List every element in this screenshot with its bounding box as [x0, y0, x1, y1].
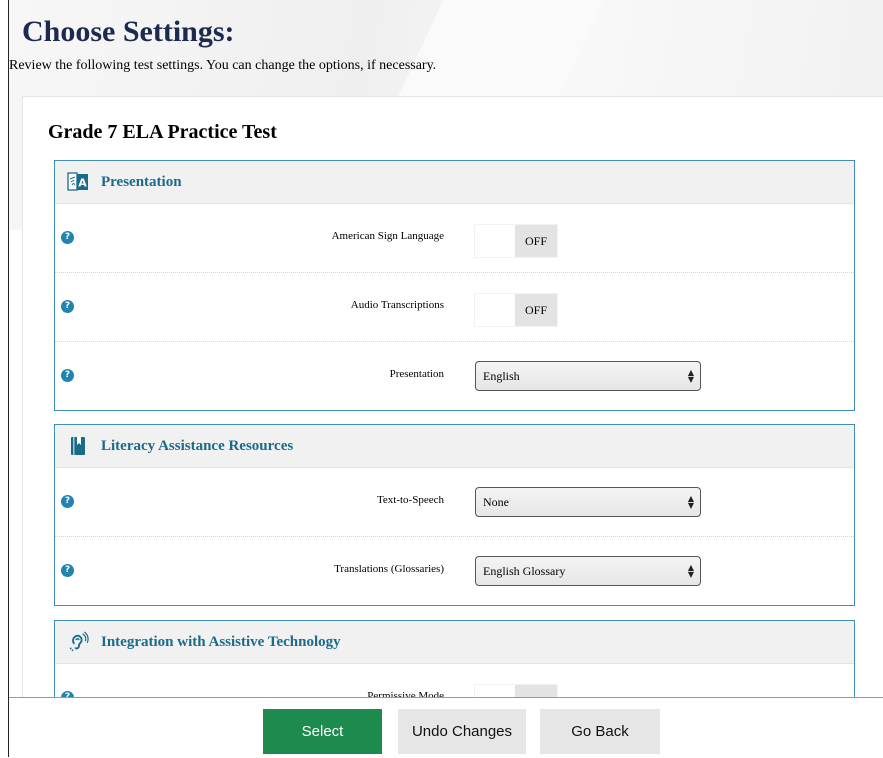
section-title: Literacy Assistance Resources	[101, 437, 294, 454]
test-title: Grade 7 ELA Practice Test	[48, 121, 277, 143]
page-subtitle: Review the following test settings. You …	[9, 58, 437, 73]
select-value: English Glossary	[483, 563, 566, 578]
bookmark-book-icon	[67, 435, 89, 457]
section-title: Presentation	[101, 173, 182, 190]
chevron-up-down-icon: ▲ ▼	[687, 368, 694, 384]
presentation-select[interactable]: English ▲ ▼	[475, 361, 701, 391]
asl-toggle[interactable]: OFF	[474, 224, 558, 258]
audio-transcriptions-toggle[interactable]: OFF	[474, 293, 558, 327]
toggle-state: OFF	[515, 225, 557, 257]
presentation-language-icon: A	[67, 171, 89, 193]
undo-changes-button[interactable]: Undo Changes	[398, 709, 526, 754]
toggle-knob	[475, 225, 515, 257]
page-header: Choose Settings:	[22, 14, 235, 50]
toggle-state: OFF	[515, 294, 557, 326]
toggle-knob	[475, 294, 515, 326]
section-title: Integration with Assistive Technology	[101, 633, 341, 650]
select-button[interactable]: Select	[263, 709, 382, 754]
setting-label: Translations (Glossaries)	[334, 563, 444, 575]
help-icon[interactable]: ?	[61, 495, 74, 508]
setting-row-translations: ? Translations (Glossaries) English Glos…	[55, 536, 854, 605]
setting-row-audio-transcriptions: ? Audio Transcriptions OFF	[55, 272, 854, 341]
page-title: Choose Settings:	[22, 15, 235, 48]
setting-row-text-to-speech: ? Text-to-Speech None ▲ ▼	[55, 468, 854, 536]
help-icon[interactable]: ?	[61, 369, 74, 382]
select-value: English	[483, 368, 520, 383]
text-to-speech-select[interactable]: None ▲ ▼	[475, 487, 701, 517]
hearing-icon	[67, 631, 89, 653]
setting-label: American Sign Language	[331, 230, 444, 242]
chevron-up-down-icon: ▲ ▼	[687, 494, 694, 510]
section-presentation: A Presentation ? American Sign Language …	[54, 160, 855, 411]
setting-row-presentation: ? Presentation English ▲ ▼	[55, 341, 854, 410]
setting-label: Presentation	[389, 368, 444, 380]
setting-label: Text-to-Speech	[376, 494, 444, 506]
setting-row-asl: ? American Sign Language OFF	[55, 204, 854, 272]
action-bar: Select Undo Changes Go Back	[9, 697, 883, 758]
translations-select[interactable]: English Glossary ▲ ▼	[475, 556, 701, 586]
svg-text:A: A	[78, 177, 87, 190]
select-value: None	[483, 494, 509, 509]
section-literacy-assistance: Literacy Assistance Resources ? Text-to-…	[54, 424, 855, 606]
help-icon[interactable]: ?	[61, 564, 74, 577]
go-back-button[interactable]: Go Back	[540, 709, 660, 754]
section-assistive-technology: Integration with Assistive Technology ? …	[54, 620, 855, 707]
chevron-up-down-icon: ▲ ▼	[687, 563, 694, 579]
section-header: Integration with Assistive Technology	[55, 621, 854, 664]
help-icon[interactable]: ?	[61, 231, 74, 244]
section-header: Literacy Assistance Resources	[55, 425, 854, 468]
left-border	[8, 0, 9, 757]
setting-label: Audio Transcriptions	[350, 299, 444, 311]
settings-card: Grade 7 ELA Practice Test A Presentation…	[22, 96, 883, 707]
section-header: A Presentation	[55, 161, 854, 204]
help-icon[interactable]: ?	[61, 300, 74, 313]
